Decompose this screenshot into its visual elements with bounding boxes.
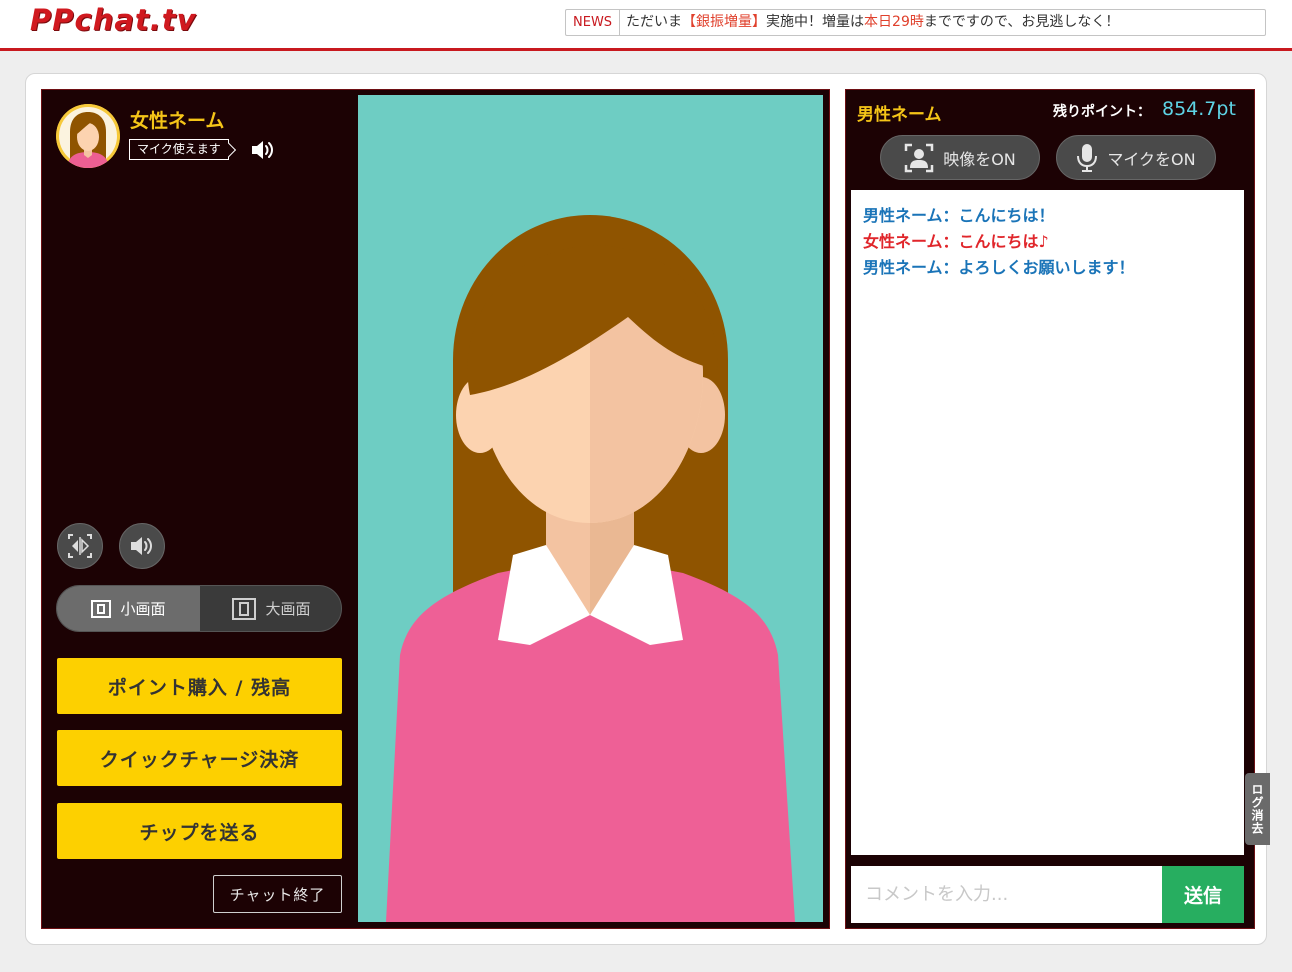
volume-icon: [131, 537, 152, 555]
news-highlight: 【銀振増量】: [682, 14, 767, 30]
chat-log[interactable]: 男性ネーム：こんにちは！ 女性ネーム：こんにちは♪ 男性ネーム：よろしくお願いし…: [851, 190, 1244, 855]
end-chat-button[interactable]: チャット終了: [213, 875, 342, 913]
mic-on-button[interactable]: マイクをON: [1056, 135, 1216, 180]
large-screen-button[interactable]: 大画面: [200, 586, 341, 631]
news-highlight: 本日29時: [864, 14, 924, 30]
send-tip-button[interactable]: チップを送る: [57, 803, 342, 859]
points-label: 残りポイント：: [1053, 104, 1151, 120]
flip-camera-button[interactable]: [57, 523, 103, 569]
flip-camera-icon: [68, 534, 92, 558]
site-logo[interactable]: PPchat.tv: [30, 3, 197, 37]
chat-message: 男性ネーム：こんにちは！: [863, 206, 1055, 225]
buy-points-button[interactable]: ポイント購入 / 残高: [57, 658, 342, 714]
microphone-icon: [1077, 143, 1098, 172]
small-screen-label: 小画面: [120, 600, 166, 618]
speaker-icon: [250, 138, 278, 166]
user-name: 男性ネーム: [857, 105, 942, 125]
volume-button[interactable]: [119, 523, 165, 569]
small-screen-button[interactable]: 小画面: [57, 586, 200, 631]
send-button[interactable]: 送信: [1162, 866, 1244, 923]
video-on-label: 映像をON: [943, 149, 1016, 169]
comment-input[interactable]: [851, 866, 1162, 923]
news-text-part: までですので、お見逃しなく！: [923, 14, 1120, 30]
video-on-button[interactable]: 映像をON: [880, 135, 1040, 180]
chat-message: 男性ネーム：よろしくお願いします！: [863, 258, 1135, 277]
news-text-part: 実施中！増量は: [766, 14, 865, 30]
mic-on-label: マイクをON: [1107, 149, 1196, 169]
mic-available-badge: マイク使えます: [129, 139, 229, 160]
woman-placeholder-image: [386, 215, 795, 922]
quick-charge-button[interactable]: クイックチャージ決済: [57, 730, 342, 786]
woman-avatar-icon: [56, 104, 120, 168]
large-screen-icon: [232, 597, 257, 620]
small-screen-icon: [91, 599, 112, 618]
site-header: PPchat.tv NEWS ただいま【銀振増量】実施中！増量は本日29時までです…: [0, 0, 1292, 51]
log-clear-button[interactable]: ログ消去: [1245, 773, 1270, 845]
news-ticker: NEWS ただいま【銀振増量】実施中！増量は本日29時までですので、お見逃しなく！: [565, 9, 1266, 36]
news-text-part: ただいま: [626, 14, 683, 30]
performer-video: [358, 95, 823, 922]
chat-message: 女性ネーム：こんにちは♪: [863, 232, 1049, 251]
news-text: ただいま【銀振増量】実施中！増量は本日29時までですので、お見逃しなく！: [620, 10, 1119, 35]
screen-size-toggle: 小画面 大画面: [56, 585, 342, 632]
points-value: 854.7pt: [1162, 98, 1236, 120]
performer-name: 女性ネーム: [130, 110, 225, 132]
large-screen-label: 大画面: [265, 600, 311, 618]
camera-face-icon: [904, 143, 934, 172]
news-tag: NEWS: [566, 10, 621, 35]
